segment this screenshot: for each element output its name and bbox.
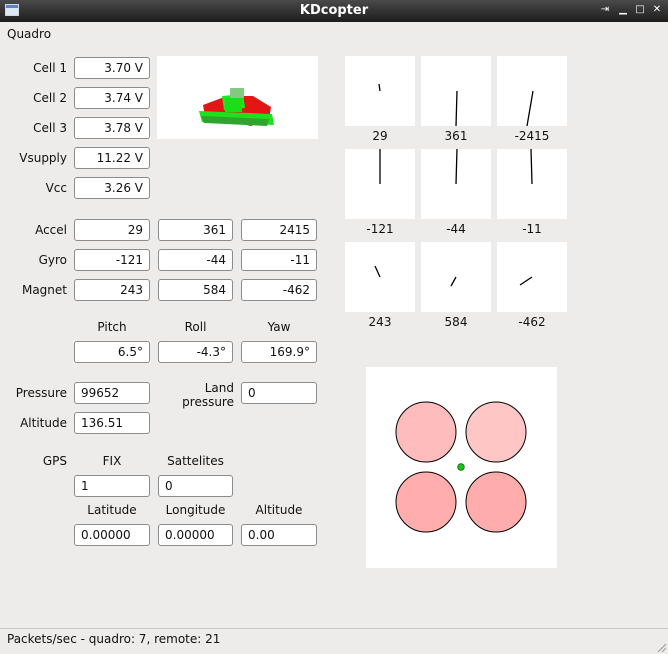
roll-field[interactable]: -4.3° bbox=[158, 341, 233, 363]
accel-y-field[interactable]: 361 bbox=[158, 219, 233, 241]
magnet-z-field[interactable]: -462 bbox=[241, 279, 317, 301]
cell1-label: Cell 1 bbox=[33, 61, 67, 75]
pin-window-icon[interactable]: ⇥ bbox=[599, 4, 611, 16]
status-text: Packets/sec - quadro: 7, remote: 21 bbox=[7, 632, 221, 646]
cell3-label: Cell 3 bbox=[33, 121, 67, 135]
land-pressure-label-line1: Land bbox=[204, 381, 234, 395]
gps-latitude-label: Latitude bbox=[87, 503, 137, 517]
motor-front-right bbox=[465, 401, 527, 463]
menu-quadro[interactable]: Quadro bbox=[7, 27, 51, 41]
magnet-x-gauge-label: 243 bbox=[368, 315, 392, 329]
cell2-label: Cell 2 bbox=[33, 91, 67, 105]
altitude-label: Altitude bbox=[20, 416, 67, 430]
yaw-label: Yaw bbox=[267, 320, 291, 334]
magnet-y-field[interactable]: 584 bbox=[158, 279, 233, 301]
vcc-label: Vcc bbox=[45, 181, 67, 195]
cell3-field[interactable]: 3.78 V bbox=[74, 117, 150, 139]
accel-z-field[interactable]: 2415 bbox=[241, 219, 317, 241]
gyro-y-gauge bbox=[421, 148, 491, 219]
gps-satellites-field[interactable]: 0 bbox=[158, 475, 233, 497]
vsupply-field[interactable]: 11.22 V bbox=[74, 147, 150, 169]
center-of-mass-dot bbox=[457, 463, 465, 471]
vsupply-label: Vsupply bbox=[19, 151, 67, 165]
accel-y-gauge-label: 361 bbox=[444, 129, 468, 143]
gyro-z-field[interactable]: -11 bbox=[241, 249, 317, 271]
gps-satellites-label: Sattelites bbox=[167, 454, 224, 468]
gps-longitude-label: Longitude bbox=[165, 503, 226, 517]
gyro-z-gauge-label: -11 bbox=[522, 222, 542, 236]
magnet-y-gauge bbox=[421, 242, 491, 312]
cell1-field[interactable]: 3.70 V bbox=[74, 57, 150, 79]
accel-x-field[interactable]: 29 bbox=[74, 219, 150, 241]
magnet-label: Magnet bbox=[21, 283, 67, 297]
window-titlebar: KDcopter ⇥ ▁ □ ✕ bbox=[0, 0, 668, 22]
pitch-field[interactable]: 6.5° bbox=[74, 341, 150, 363]
window-title: KDcopter bbox=[299, 3, 369, 18]
pressure-label: Pressure bbox=[15, 386, 67, 400]
accel-x-gauge-label: 29 bbox=[372, 129, 388, 143]
land-pressure-field[interactable]: 0 bbox=[241, 382, 317, 404]
gps-altitude-label: Altitude bbox=[255, 503, 303, 517]
vcc-field[interactable]: 3.26 V bbox=[74, 177, 150, 199]
gyro-y-field[interactable]: -44 bbox=[158, 249, 233, 271]
magnet-x-field[interactable]: 243 bbox=[74, 279, 150, 301]
pitch-label: Pitch bbox=[97, 320, 127, 334]
gyro-y-gauge-label: -44 bbox=[446, 222, 466, 236]
gyro-x-field[interactable]: -121 bbox=[74, 249, 150, 271]
quad-3d-hub bbox=[225, 98, 242, 112]
motor-rear-left bbox=[395, 471, 457, 533]
cell2-field[interactable]: 3.74 V bbox=[74, 87, 150, 109]
magnet-z-gauge bbox=[497, 242, 567, 312]
gps-latitude-field[interactable]: 0.00000 bbox=[74, 524, 150, 546]
maximize-icon[interactable]: □ bbox=[634, 4, 646, 16]
gps-label: GPS bbox=[42, 454, 67, 468]
gps-fix-label: FIX bbox=[102, 454, 122, 468]
gps-fix-field[interactable]: 1 bbox=[74, 475, 150, 497]
gyro-z-gauge bbox=[497, 148, 567, 219]
altitude-field[interactable]: 136.51 bbox=[74, 412, 150, 434]
gps-longitude-field[interactable]: 0.00000 bbox=[158, 524, 233, 546]
accel-label: Accel bbox=[35, 223, 67, 237]
accel-y-gauge bbox=[421, 56, 491, 127]
quad-3d-view bbox=[157, 56, 318, 139]
roll-label: Roll bbox=[184, 320, 207, 334]
magnet-y-gauge-label: 584 bbox=[444, 315, 468, 329]
magnet-z-gauge-label: -462 bbox=[518, 315, 546, 329]
land-pressure-label-line2: pressure bbox=[182, 395, 234, 409]
status-bar: Packets/sec - quadro: 7, remote: 21 bbox=[0, 628, 668, 654]
quad-3d-top bbox=[230, 88, 244, 98]
motor-view bbox=[366, 367, 557, 568]
close-icon[interactable]: ✕ bbox=[651, 4, 663, 16]
resize-grip-icon[interactable] bbox=[656, 642, 666, 652]
minimize-icon[interactable]: ▁ bbox=[617, 4, 629, 16]
gyro-x-gauge-label: -121 bbox=[366, 222, 394, 236]
gyro-label: Gyro bbox=[38, 253, 67, 267]
gps-altitude-field[interactable]: 0.00 bbox=[241, 524, 317, 546]
motor-front-left bbox=[395, 401, 457, 463]
magnet-x-gauge bbox=[345, 242, 415, 312]
pressure-field[interactable]: 99652 bbox=[74, 382, 150, 404]
accel-z-gauge-label: -2415 bbox=[514, 129, 550, 143]
accel-x-gauge bbox=[345, 56, 415, 126]
yaw-field[interactable]: 169.9° bbox=[241, 341, 317, 363]
accel-z-gauge bbox=[497, 56, 567, 127]
gyro-x-gauge bbox=[345, 149, 415, 219]
motor-rear-right bbox=[465, 471, 527, 533]
